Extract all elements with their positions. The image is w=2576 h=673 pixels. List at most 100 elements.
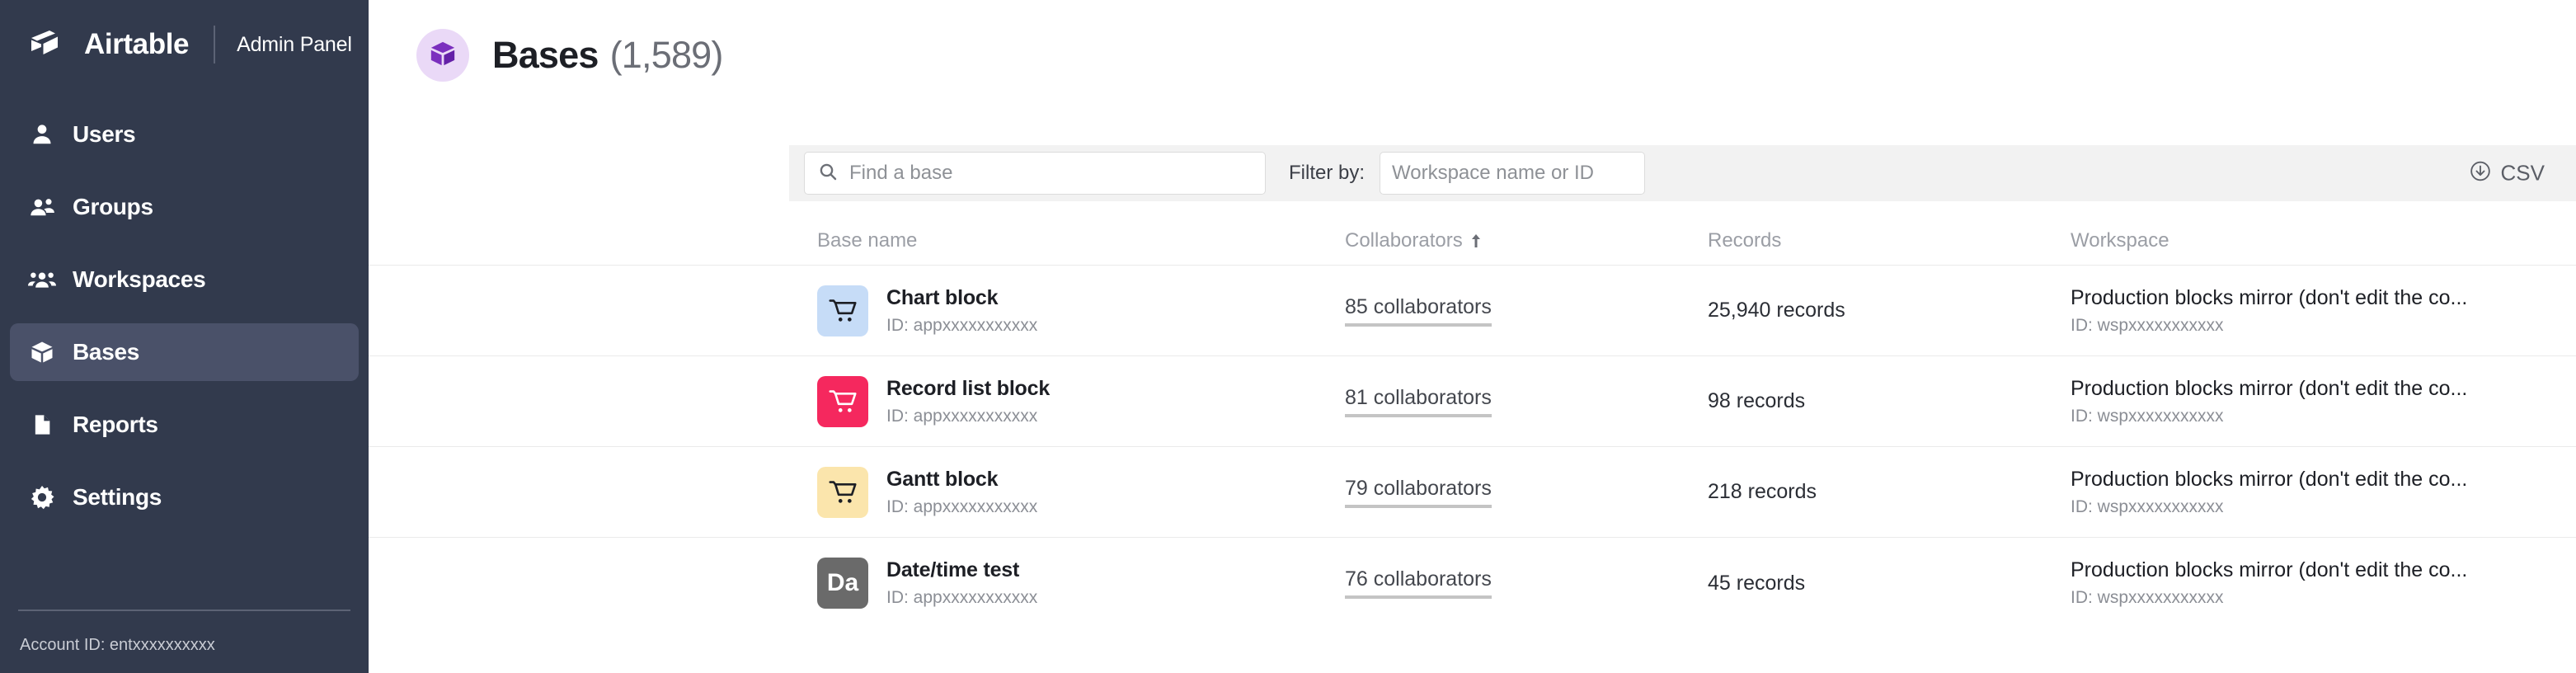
users-three-icon <box>28 266 56 294</box>
brand-subtitle: Admin Panel <box>237 32 352 56</box>
base-name: Date/time test <box>886 558 1020 581</box>
download-circle-icon <box>2470 161 2491 186</box>
brand-header: Airtable Admin Panel <box>0 0 369 89</box>
cube-icon <box>28 338 56 366</box>
page-title-text: Bases <box>492 34 599 76</box>
collaborators-link[interactable]: 79 collaborators <box>1345 477 1492 508</box>
brand-name: Airtable <box>84 28 190 60</box>
page-badge <box>416 29 469 82</box>
search-icon <box>818 162 838 186</box>
sidebar-item-label: Bases <box>73 339 140 365</box>
sidebar-item-groups[interactable]: Groups <box>10 178 359 236</box>
page-count: (1,589) <box>609 34 724 76</box>
sidebar-item-label: Settings <box>73 484 162 510</box>
base-name: Chart block <box>886 285 999 309</box>
collaborators-link[interactable]: 76 collaborators <box>1345 567 1492 599</box>
records-cell: 218 records <box>1708 480 1817 503</box>
gear-icon <box>28 483 56 511</box>
records-cell: 45 records <box>1708 571 1806 595</box>
base-id: ID: appxxxxxxxxxxx <box>886 497 1038 516</box>
admin-panel-app: Airtable Admin Panel Users Groups Worksp… <box>0 0 2576 673</box>
workspace-cell: Production blocks mirror (don't edit the… <box>2071 468 2576 517</box>
workspace-cell: Production blocks mirror (don't edit the… <box>2071 377 2576 426</box>
csv-label: CSV <box>2500 160 2545 186</box>
column-header-collaborators[interactable]: Collaborators <box>1345 229 1708 252</box>
collaborators-cell: 85 collaborators <box>1345 295 1708 327</box>
table-row[interactable]: Chart block ID: appxxxxxxxxxxx 85 collab… <box>369 266 2576 356</box>
filter-label: Filter by: <box>1289 162 1366 184</box>
sidebar-item-bases[interactable]: Bases <box>10 323 359 381</box>
base-name: Record list block <box>886 376 1051 400</box>
workspace-id: ID: wspxxxxxxxxxxx <box>2071 315 2224 335</box>
base-meta: Date/time test ID: appxxxxxxxxxxx <box>886 558 1037 608</box>
user-icon <box>28 120 56 148</box>
collaborators-cell: 79 collaborators <box>1345 477 1708 508</box>
base-id: ID: appxxxxxxxxxxx <box>886 588 1038 607</box>
sort-ascending-icon <box>1471 233 1481 247</box>
table-row[interactable]: Gantt block ID: appxxxxxxxxxxx 79 collab… <box>369 447 2576 538</box>
page-header: Bases (1,589) <box>369 0 2576 89</box>
sidebar-item-label: Users <box>73 121 136 147</box>
sidebar-item-label: Reports <box>73 412 158 437</box>
base-cell: Chart block ID: appxxxxxxxxxxx <box>817 285 1345 336</box>
document-icon <box>28 411 56 439</box>
base-meta: Gantt block ID: appxxxxxxxxxxx <box>886 468 1037 517</box>
sidebar-item-users[interactable]: Users <box>10 106 359 163</box>
airtable-logo-icon <box>30 29 73 60</box>
sidebar-footer: Account ID: entxxxxxxxxxx <box>0 609 369 673</box>
base-cell: Record list block ID: appxxxxxxxxxxx <box>817 375 1345 427</box>
sidebar-item-label: Groups <box>73 194 153 219</box>
shopping-cart-icon <box>817 466 868 518</box>
column-header-base-name[interactable]: Base name <box>817 229 1345 252</box>
shopping-cart-icon <box>817 375 868 427</box>
base-initials-avatar: Da <box>817 558 868 609</box>
workspace-id: ID: wspxxxxxxxxxxx <box>2071 497 2224 516</box>
filter-box[interactable] <box>1380 152 1646 195</box>
workspace-name: Production blocks mirror (don't edit the… <box>2071 376 2468 400</box>
search-input[interactable] <box>849 162 1212 185</box>
sidebar-nav: Users Groups Workspaces Bases Reports Se… <box>0 106 369 541</box>
account-id-label: Account ID: entxxxxxxxxxx <box>20 636 215 654</box>
export-csv-button[interactable]: CSV <box>2470 161 2545 186</box>
search-box[interactable] <box>804 152 1266 195</box>
sidebar-item-workspaces[interactable]: Workspaces <box>10 251 359 308</box>
column-header-workspace[interactable]: Workspace <box>2071 229 2576 252</box>
workspace-cell: Production blocks mirror (don't edit the… <box>2071 558 2576 608</box>
table-row[interactable]: Record list block ID: appxxxxxxxxxxx 81 … <box>369 356 2576 447</box>
main-content: Bases (1,589) Filter by: <box>369 0 2576 673</box>
shopping-cart-icon <box>817 285 868 336</box>
workspace-id: ID: wspxxxxxxxxxxx <box>2071 588 2224 607</box>
sidebar-item-reports[interactable]: Reports <box>10 396 359 454</box>
collaborators-link[interactable]: 85 collaborators <box>1345 295 1492 327</box>
sidebar-item-settings[interactable]: Settings <box>10 468 359 526</box>
bases-table: Base name Collaborators Records Workspac… <box>369 216 2576 628</box>
base-id: ID: appxxxxxxxxxxx <box>886 406 1038 426</box>
table-toolbar: Filter by: CSV <box>789 145 2576 201</box>
page-title: Bases (1,589) <box>492 34 723 77</box>
workspace-name: Production blocks mirror (don't edit the… <box>2071 285 2468 309</box>
collaborators-cell: 76 collaborators <box>1345 567 1708 599</box>
brand-divider <box>214 26 216 64</box>
sidebar-item-label: Workspaces <box>73 266 206 292</box>
table-row[interactable]: Da Date/time test ID: appxxxxxxxxxxx 76 … <box>369 538 2576 628</box>
workspace-filter-input[interactable] <box>1392 162 1634 185</box>
column-header-records[interactable]: Records <box>1708 229 2071 252</box>
workspace-id: ID: wspxxxxxxxxxxx <box>2071 406 2224 426</box>
cube-icon <box>429 40 457 72</box>
base-id: ID: appxxxxxxxxxxx <box>886 315 1038 335</box>
users-two-icon <box>28 193 56 221</box>
workspace-name: Production blocks mirror (don't edit the… <box>2071 467 2468 491</box>
collaborators-cell: 81 collaborators <box>1345 386 1708 417</box>
base-cell: Da Date/time test ID: appxxxxxxxxxxx <box>817 558 1345 609</box>
sidebar: Airtable Admin Panel Users Groups Worksp… <box>0 0 369 673</box>
base-name: Gantt block <box>886 467 999 491</box>
collaborators-link[interactable]: 81 collaborators <box>1345 386 1492 417</box>
records-cell: 25,940 records <box>1708 299 1845 322</box>
base-meta: Chart block ID: appxxxxxxxxxxx <box>886 286 1037 336</box>
records-cell: 98 records <box>1708 389 1806 412</box>
base-meta: Record list block ID: appxxxxxxxxxxx <box>886 377 1050 426</box>
workspace-cell: Production blocks mirror (don't edit the… <box>2071 286 2576 336</box>
sidebar-divider <box>18 609 350 611</box>
column-header-collaborators-label: Collaborators <box>1345 228 1463 252</box>
table-header-row: Base name Collaborators Records Workspac… <box>369 216 2576 266</box>
